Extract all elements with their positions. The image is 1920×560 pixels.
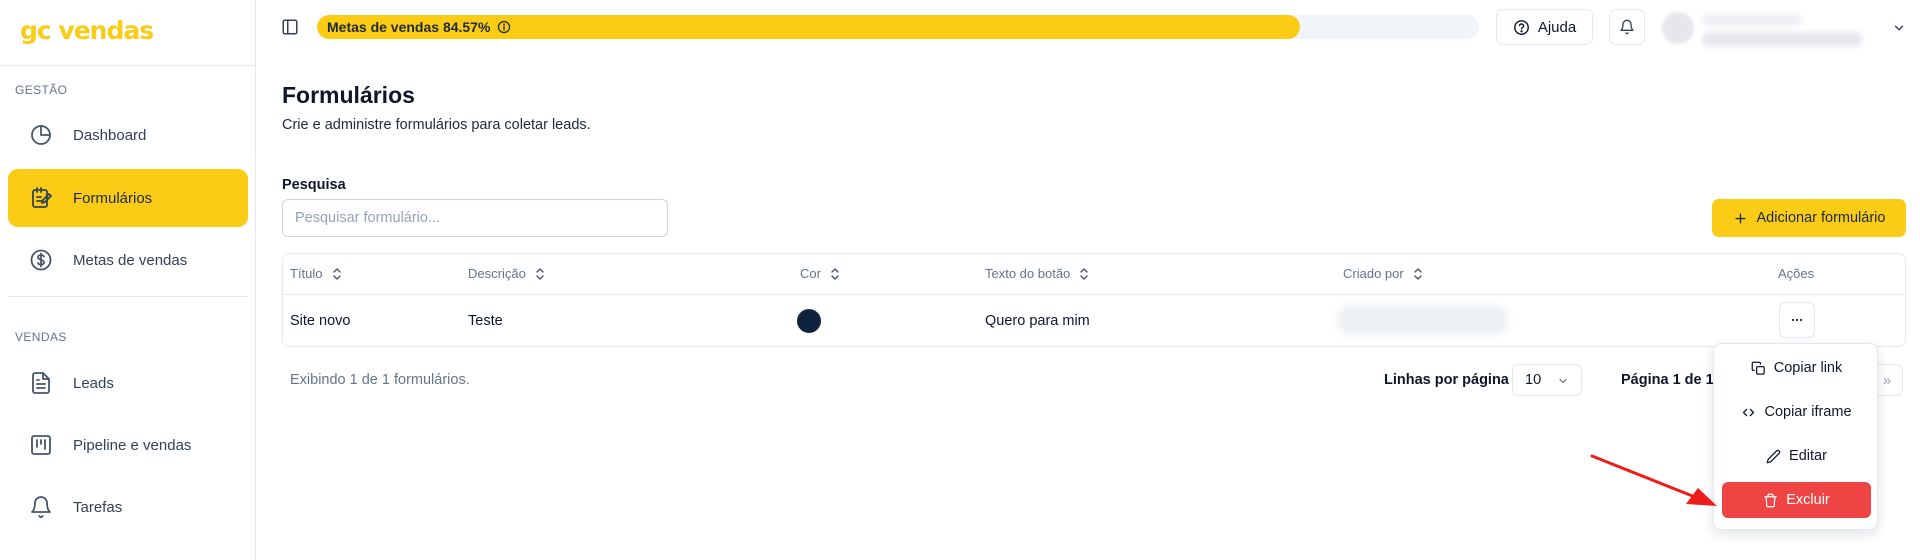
rows-per-page-select[interactable]: 10 (1512, 364, 1582, 396)
menu-item-copiar-link[interactable]: Copiar link (1722, 350, 1871, 386)
sidebar-item-dashboard[interactable]: Dashboard (8, 106, 248, 164)
sort-icon (1080, 267, 1088, 280)
page-info: Página 1 de 1 (1621, 372, 1714, 388)
user-name-redacted (1702, 14, 1802, 26)
column-header-label: Título (290, 266, 323, 281)
column-header-label: Cor (800, 266, 821, 281)
avatar (1662, 12, 1694, 44)
logo-area: gc vendas (0, 0, 255, 66)
sidebar-item-pipeline-e-vendas[interactable]: Pipeline e vendas (8, 416, 248, 474)
notifications-button[interactable] (1609, 9, 1645, 45)
sidebar-item-label: Formulários (73, 189, 153, 207)
sidebar-item-label: Pipeline e vendas (73, 436, 192, 454)
copy-icon (1751, 361, 1765, 375)
table-header: Título Descrição Cor Texto do botão Cria… (283, 254, 1905, 295)
add-form-label: Adicionar formulário (1756, 210, 1886, 226)
help-circle-icon (1513, 19, 1529, 35)
forms-table: Título Descrição Cor Texto do botão Cria… (282, 253, 1906, 347)
sidebar-item-metas-de-vendas[interactable]: Metas de vendas (8, 231, 248, 289)
column-header-label: Criado por (1343, 266, 1404, 281)
chevron-down-icon (1559, 378, 1567, 384)
menu-item-label: Excluir (1786, 492, 1830, 508)
cell-created-by-redacted (1338, 306, 1508, 334)
user-email-redacted (1702, 32, 1862, 46)
menu-item-label: Copiar link (1773, 360, 1843, 376)
menu-item-label: Editar (1789, 448, 1827, 464)
sidebar-item-label: Leads (73, 374, 114, 392)
section-label-vendas: VENDAS (15, 330, 67, 344)
sales-goal-progress-bar: Metas de vendas 84.57% (317, 15, 1479, 39)
sidebar: gc vendas GESTÃO Dashboard Formulários M… (0, 0, 256, 560)
progress-text: Metas de vendas 84.57% (327, 19, 491, 35)
sidebar-item-label: Dashboard (73, 126, 147, 144)
section-label-gestao: GESTÃO (15, 83, 68, 97)
column-header-cor[interactable]: Cor (800, 266, 841, 281)
menu-item-label: Copiar iframe (1764, 404, 1852, 420)
row-actions-menu: Copiar link Copiar iframe Editar Excluir (1713, 343, 1878, 530)
pie-chart-icon (31, 125, 51, 145)
row-actions-button[interactable] (1779, 302, 1815, 338)
bell-icon (1620, 19, 1634, 35)
menu-item-editar[interactable]: Editar (1722, 438, 1871, 474)
sort-icon (831, 267, 839, 280)
sort-icon (1414, 267, 1422, 280)
column-header-criado-por[interactable]: Criado por (1343, 266, 1424, 281)
menu-item-excluir[interactable]: Excluir (1722, 482, 1871, 518)
rows-per-page-value: 10 (1525, 372, 1542, 388)
add-form-button[interactable]: Adicionar formulário (1712, 199, 1906, 237)
progress-label: Metas de vendas 84.57% (327, 19, 511, 35)
sidebar-item-tarefas[interactable]: Tarefas (8, 478, 248, 536)
topbar: Metas de vendas 84.57% Ajuda (257, 0, 1920, 54)
column-header-texto-do-botao[interactable]: Texto do botão (985, 266, 1090, 281)
results-count: Exibindo 1 de 1 formulários. (290, 372, 470, 388)
code-icon (1743, 408, 1755, 416)
annotation-arrow (1590, 454, 1717, 506)
cell-description: Teste (468, 313, 503, 329)
column-header-titulo[interactable]: Título (290, 266, 343, 281)
logo[interactable]: gc vendas (20, 16, 154, 45)
cell-button-text: Quero para mim (985, 313, 1090, 329)
color-swatch (797, 309, 821, 333)
chevron-down-icon (1894, 25, 1904, 31)
double-chevron-right-icon: » (1882, 371, 1892, 389)
dollar-circle-icon (30, 249, 52, 271)
column-header-descricao[interactable]: Descrição (468, 266, 546, 281)
pencil-icon (1766, 449, 1781, 463)
rows-per-page-label: Linhas por página (1384, 372, 1509, 388)
sidebar-toggle-icon[interactable] (281, 18, 299, 36)
info-icon[interactable] (497, 20, 511, 34)
search-label: Pesquisa (282, 177, 346, 193)
help-button[interactable]: Ajuda (1496, 9, 1593, 45)
column-header-label: Descrição (468, 266, 526, 281)
sidebar-item-leads[interactable]: Leads (8, 354, 248, 412)
menu-item-copiar-iframe[interactable]: Copiar iframe (1722, 394, 1871, 430)
column-header-acoes: Ações (1778, 266, 1814, 281)
trash-icon (1764, 493, 1777, 507)
sort-icon (536, 267, 544, 280)
user-menu[interactable] (1662, 8, 1920, 48)
form-notebook-icon (32, 187, 52, 208)
sidebar-item-label: Metas de vendas (73, 251, 188, 269)
cell-title: Site novo (290, 313, 351, 329)
sidebar-divider (8, 296, 248, 297)
sort-icon (332, 267, 341, 280)
help-label: Ajuda (1537, 18, 1577, 36)
page-title: Formulários (282, 82, 415, 108)
column-header-label: Ações (1778, 266, 1815, 281)
document-icon (32, 372, 50, 394)
column-header-label: Texto do botão (985, 266, 1071, 281)
sidebar-item-label: Tarefas (73, 498, 123, 516)
more-horizontal-icon (1791, 318, 1803, 322)
sidebar-item-formularios[interactable]: Formulários (8, 169, 248, 227)
page-subtitle: Crie e administre formulários para colet… (282, 117, 591, 133)
kanban-icon (31, 435, 51, 455)
plus-icon (1734, 212, 1746, 224)
search-input[interactable] (282, 199, 668, 237)
table-row[interactable]: Site novo Teste Quero para mim (283, 295, 1905, 347)
bell-icon (31, 496, 51, 518)
